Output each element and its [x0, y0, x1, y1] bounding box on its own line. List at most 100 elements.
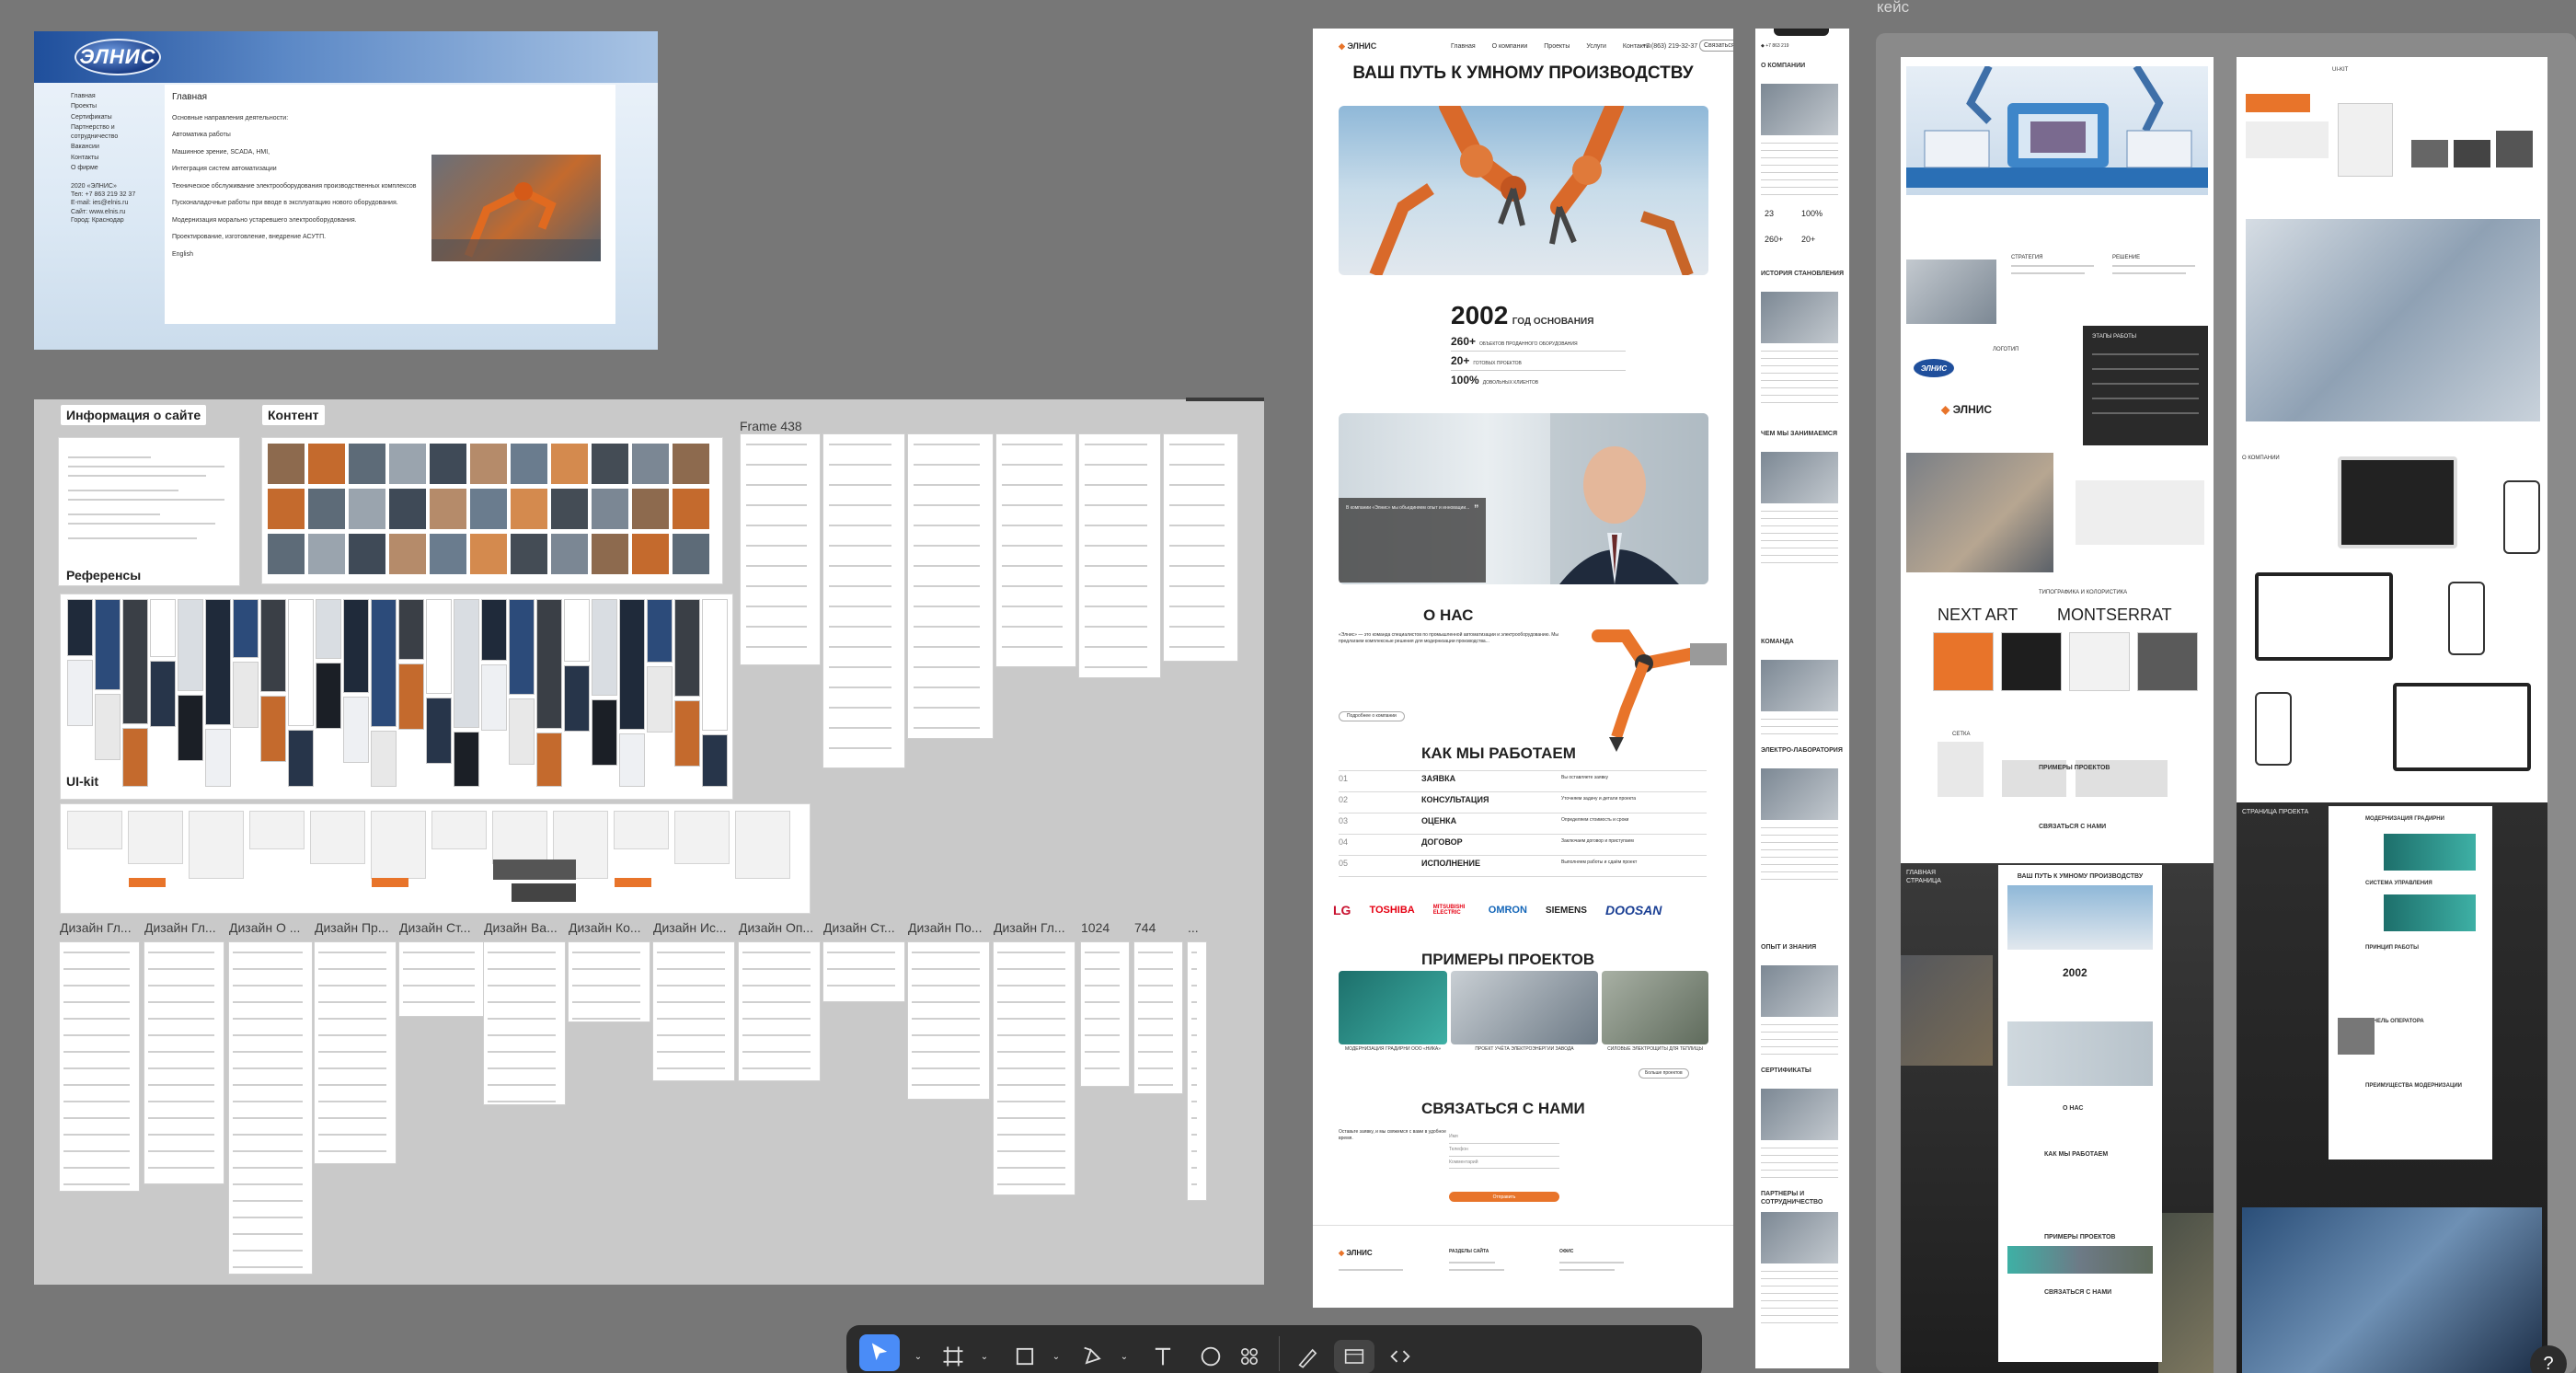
- projects-link[interactable]: Больше проектов: [1639, 1068, 1689, 1079]
- footer-logo[interactable]: ◆ ЭЛНИС: [1339, 1249, 1373, 1257]
- chevron-down-icon[interactable]: ⌄: [1108, 1340, 1141, 1373]
- contact-field[interactable]: Имя: [1449, 1131, 1559, 1144]
- design-frame[interactable]: [569, 942, 650, 1021]
- design-frame-label[interactable]: Дизайн Ис...: [653, 920, 727, 935]
- mobile-section-image: [1761, 84, 1838, 135]
- design-frame-label[interactable]: Дизайн По...: [908, 920, 982, 935]
- section-refs-label[interactable]: Референсы: [61, 565, 147, 585]
- content-thumbnail: [551, 534, 588, 574]
- shape-tool-icon[interactable]: [1008, 1340, 1041, 1373]
- references-card[interactable]: [61, 594, 732, 799]
- founded-block: 2002 ГОД ОСНОВАНИЯ: [1451, 301, 1593, 330]
- design-frame[interactable]: [1134, 942, 1182, 1093]
- mobile-section-title: ПАРТНЕРЫ И СОТРУДНИЧЕСТВО: [1761, 1191, 1823, 1206]
- frame-tool-icon[interactable]: [937, 1340, 970, 1373]
- old-nav-item[interactable]: Партнерство и сотрудничество: [71, 123, 128, 141]
- wireframe-page[interactable]: [741, 434, 820, 664]
- design-frame[interactable]: [739, 942, 820, 1080]
- chevron-down-icon[interactable]: ⌄: [968, 1340, 1001, 1373]
- design-frame[interactable]: [315, 942, 396, 1163]
- design-frame-label[interactable]: Дизайн Пр...: [315, 920, 388, 935]
- design-frame-label[interactable]: Дизайн Ва...: [484, 920, 558, 935]
- design-frame-label[interactable]: Дизайн Ко...: [569, 920, 641, 935]
- section-content-label[interactable]: Контент: [262, 405, 325, 425]
- landing-nav-item[interactable]: О компании: [1492, 42, 1528, 51]
- step-divider: [1339, 855, 1707, 856]
- stats-list: 260+ ОБЪЕКТОВ ПРОДАННОГО ОБОРУДОВАНИЯ 20+…: [1451, 332, 1626, 389]
- wireframe-page[interactable]: [908, 434, 993, 738]
- design-frame[interactable]: [60, 942, 139, 1191]
- design-frame-label[interactable]: Дизайн О ...: [229, 920, 300, 935]
- text-tool-icon[interactable]: [1146, 1340, 1179, 1373]
- contact-submit-button[interactable]: Отправить: [1449, 1192, 1559, 1202]
- design-frame-label[interactable]: 1024: [1081, 920, 1110, 935]
- mobile-frame[interactable]: ◆ +7 863 219 О КОМПАНИИ ИСТОРИЯ СТАНОВЛЕН…: [1755, 29, 1849, 1368]
- move-tool-icon[interactable]: [859, 1334, 900, 1371]
- design-frame[interactable]: [1188, 942, 1206, 1200]
- design-frame-label[interactable]: Дизайн Ст...: [399, 920, 471, 935]
- project-image[interactable]: [1339, 971, 1447, 1044]
- design-frame[interactable]: [823, 942, 904, 1001]
- design-frame-label[interactable]: ...: [1188, 920, 1199, 935]
- project-image[interactable]: [1451, 971, 1598, 1044]
- design-frame[interactable]: [399, 942, 484, 1016]
- work-panel[interactable]: Информация о сайте Контент Frame 438 Реф…: [34, 398, 1264, 1285]
- contact-field[interactable]: Комментарий: [1449, 1157, 1559, 1170]
- pen-tool-icon[interactable]: [1076, 1340, 1110, 1373]
- chevron-down-icon[interactable]: ⌄: [902, 1340, 935, 1373]
- design-frame[interactable]: [484, 942, 565, 1104]
- code-tool-icon[interactable]: [1384, 1340, 1417, 1373]
- old-english-link[interactable]: English: [172, 250, 448, 259]
- design-frame[interactable]: [144, 942, 224, 1183]
- landing-nav-item[interactable]: Проекты: [1544, 42, 1570, 51]
- landing-phone[interactable]: +7 (863) 219-32-37: [1642, 42, 1697, 51]
- design-frame[interactable]: [994, 942, 1075, 1194]
- design-frame-label[interactable]: Дизайн Гл...: [994, 920, 1065, 935]
- wireframe-page[interactable]: [996, 434, 1075, 666]
- section-info-label[interactable]: Информация о сайте: [61, 405, 207, 425]
- frame-438-label[interactable]: Frame 438: [740, 419, 802, 433]
- old-nav-item[interactable]: Контакты: [71, 154, 163, 162]
- dev-mode-tool-icon[interactable]: [1334, 1340, 1374, 1373]
- about-link[interactable]: Подробнее о компании: [1339, 711, 1405, 721]
- info-card[interactable]: [59, 438, 239, 585]
- uikit-card[interactable]: [61, 804, 810, 913]
- landing-page-frame[interactable]: ◆ ЭЛНИС Главная О компании Проекты Услуг…: [1313, 29, 1733, 1308]
- landing-cta-small[interactable]: Связаться: [1699, 40, 1733, 52]
- landing-logo[interactable]: ◆ ЭЛНИС: [1339, 41, 1376, 52]
- design-frame-label[interactable]: Дизайн Оп...: [739, 920, 813, 935]
- design-frame-label[interactable]: Дизайн Гл...: [60, 920, 132, 935]
- landing-nav-item[interactable]: Главная: [1451, 42, 1476, 51]
- case-label[interactable]: кейс: [1877, 0, 1909, 17]
- reference-thumbnail: [372, 600, 396, 726]
- design-frame[interactable]: [908, 942, 989, 1099]
- step-desc: Вы оставляете заявку: [1561, 775, 1608, 780]
- actions-tool-icon[interactable]: [1233, 1340, 1266, 1373]
- old-nav-item[interactable]: Вакансии: [71, 143, 163, 151]
- old-nav-item[interactable]: Проекты: [71, 102, 163, 110]
- reference-thumbnail: [344, 600, 368, 692]
- design-frame[interactable]: [229, 942, 312, 1274]
- wireframe-page[interactable]: [1079, 434, 1160, 677]
- old-nav-item[interactable]: Сертификаты: [71, 113, 163, 121]
- design-frame-label[interactable]: Дизайн Ст...: [823, 920, 895, 935]
- case-panel[interactable]: СТРАТЕГИЯ РЕШЕНИЕ ЛОГОТИП ЭЛНИС ◆ ЭЛНИС …: [1876, 33, 2576, 1373]
- old-nav-item[interactable]: Главная: [71, 92, 163, 100]
- project-image[interactable]: [1602, 971, 1708, 1044]
- design-frame[interactable]: [653, 942, 734, 1080]
- landing-nav-item[interactable]: Услуги: [1586, 42, 1606, 51]
- old-nav-item[interactable]: О фирме: [71, 164, 163, 172]
- reference-thumbnail: [206, 600, 230, 724]
- design-frame-label[interactable]: Дизайн Гл...: [144, 920, 216, 935]
- old-site-frame[interactable]: ЭЛНИС Главная Проекты Сертификаты Партне…: [34, 31, 658, 350]
- draw-tool-icon[interactable]: [1292, 1340, 1325, 1373]
- wireframe-page[interactable]: [1164, 434, 1237, 661]
- wireframe-page[interactable]: [823, 434, 904, 767]
- section-uikit-label[interactable]: UI-kit: [61, 771, 104, 791]
- design-frame-label[interactable]: 744: [1134, 920, 1156, 935]
- content-card[interactable]: [262, 438, 722, 583]
- contact-field[interactable]: Телефон: [1449, 1144, 1559, 1157]
- design-frame[interactable]: [1081, 942, 1129, 1086]
- comment-tool-icon[interactable]: [1194, 1340, 1227, 1373]
- chevron-down-icon[interactable]: ⌄: [1040, 1340, 1073, 1373]
